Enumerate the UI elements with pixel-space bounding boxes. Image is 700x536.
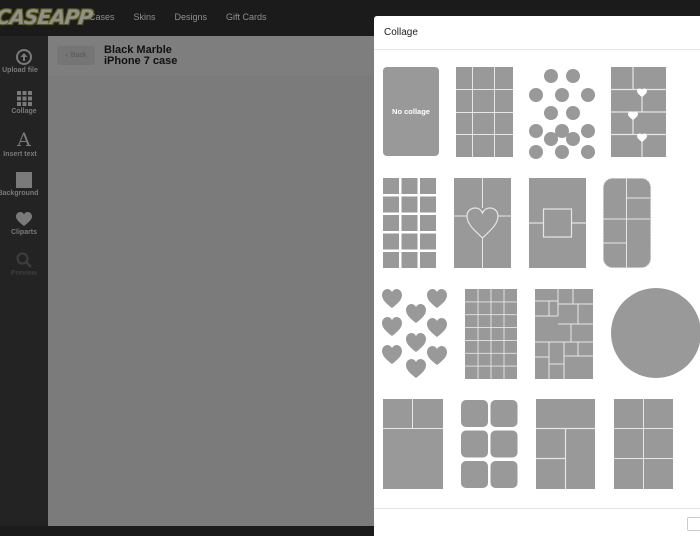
search-icon — [16, 252, 32, 268]
grid-icon — [16, 91, 32, 106]
square-icon — [16, 172, 32, 188]
sidebar-item-preview[interactable]: Preview — [0, 252, 48, 277]
sidebar-label: Preview — [10, 270, 38, 277]
layout-no-collage[interactable]: No collage — [383, 67, 439, 156]
layout-stamp-edge[interactable] — [603, 178, 651, 268]
tool-sidebar: Upload file Collage A Insert text Backgr… — [0, 36, 48, 526]
layout-circle[interactable] — [611, 288, 700, 378]
nav-skins[interactable]: Skins — [134, 12, 156, 22]
layout-grid-4x7[interactable] — [465, 289, 517, 379]
sidebar-item-insert-text[interactable]: A Insert text — [0, 129, 48, 159]
nav-gift-cards[interactable]: Gift Cards — [226, 12, 267, 22]
sidebar-label: Background — [0, 190, 39, 197]
layout-grid-3x4[interactable] — [456, 67, 513, 157]
layout-center-square[interactable] — [529, 178, 586, 268]
heart-icon — [16, 212, 32, 226]
sidebar-label: Collage — [11, 108, 37, 115]
layout-squares-3x5[interactable] — [383, 178, 436, 268]
modal-footer-divider — [374, 508, 700, 509]
sidebar-item-background[interactable]: Background — [0, 172, 48, 197]
nav-designs[interactable]: Designs — [175, 12, 208, 22]
no-collage-label: No collage — [392, 107, 430, 116]
modal-header: Collage — [374, 16, 700, 50]
layout-two-top-one-bottom[interactable] — [383, 399, 443, 489]
layout-mosaic-mixed[interactable] — [535, 289, 593, 379]
product-title: Black Marble iPhone 7 case — [104, 45, 177, 67]
text-icon: A — [17, 129, 31, 151]
layout-hearts-9[interactable] — [382, 288, 449, 380]
back-label: Back — [70, 52, 87, 59]
sidebar-label: Insert text — [3, 151, 37, 158]
caseapp-logo[interactable]: CASEAPP — [0, 4, 93, 30]
upload-icon — [16, 49, 32, 65]
sidebar-label: Cliparts — [10, 229, 38, 236]
layout-hearts-bricks[interactable] — [611, 67, 666, 157]
modal-title: Collage — [384, 27, 418, 38]
chevron-left-icon: ‹ — [65, 52, 68, 59]
nav-cases[interactable]: Cases — [89, 12, 115, 22]
sidebar-label: Upload file — [2, 67, 38, 74]
sidebar-item-collage[interactable]: Collage — [0, 91, 48, 115]
layout-center-heart[interactable] — [454, 178, 511, 268]
layout-rough-6[interactable] — [460, 399, 519, 491]
main-nav: Cases Skins Designs Gift Cards — [89, 0, 286, 33]
sidebar-item-upload-file[interactable]: Upload file — [0, 49, 48, 74]
layout-circles-15[interactable] — [529, 67, 595, 159]
modal-footer-button[interactable] — [687, 517, 700, 531]
product-title-line2: iPhone 7 case — [104, 55, 178, 67]
layout-one-top-three-bottom[interactable] — [536, 399, 595, 489]
sidebar-item-cliparts[interactable]: Cliparts — [0, 212, 48, 236]
layout-grid-2x3[interactable] — [614, 399, 673, 489]
back-button[interactable]: ‹ Back — [57, 46, 95, 65]
collage-modal: Collage No collage — [374, 16, 700, 536]
